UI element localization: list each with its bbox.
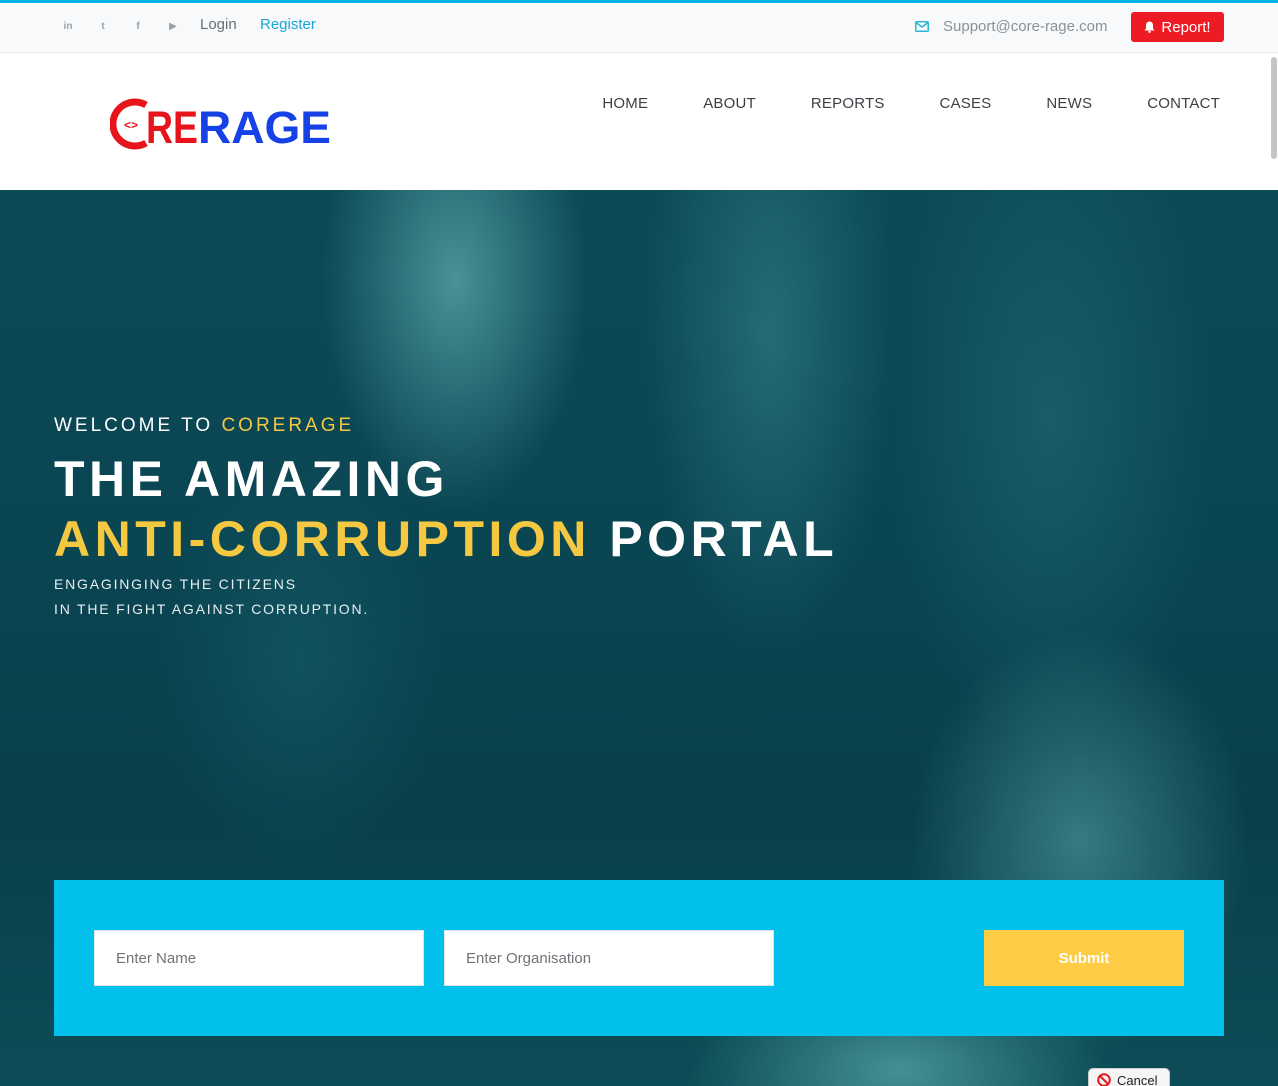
corerage-logo[interactable]: <> RE RAGE [109,97,335,153]
login-link[interactable]: Login [200,16,237,33]
headline-rest: PORTAL [609,511,839,567]
linkedin-icon[interactable]: in [61,19,75,33]
welcome-brand: CORERAGE [221,415,355,436]
nav-reports[interactable]: REPORTS [811,95,885,112]
hero-headline-line1: THE AMAZING [54,451,449,507]
report-label: Report! [1161,18,1211,36]
hero-subtitle-line2: IN THE FIGHT AGAINST CORRUPTION. [54,601,370,617]
headline-accent: ANTI-CORRUPTION [54,511,591,567]
submit-button[interactable]: Submit [984,930,1184,986]
support-email-link[interactable]: Support@core-rage.com [915,18,1107,35]
nav-cases[interactable]: CASES [940,95,992,112]
support-email: Support@core-rage.com [943,18,1108,35]
bell-icon [1144,21,1155,33]
cancel-label: Cancel [1117,1072,1158,1086]
svg-text:<>: <> [124,118,138,132]
page-scrollbar[interactable] [1270,53,1278,163]
nav-news[interactable]: NEWS [1046,95,1092,112]
top-bar: in t f ▶ Login Register Support@core-rag… [0,0,1278,53]
report-button[interactable]: Report! [1131,12,1224,42]
name-input[interactable] [94,930,424,986]
social-links: in t f ▶ [61,19,201,33]
scrollbar-thumb[interactable] [1271,57,1277,159]
signup-form: Submit [54,880,1224,1036]
hero-subtitle-line1: ENGAGINGING THE CITIZENS [54,576,297,592]
logo-text-blue: RAGE [198,102,331,151]
logo-text-red: RE [146,102,198,151]
hero-welcome: WELCOME TO CORERAGE [54,415,354,437]
organisation-input[interactable] [444,930,774,986]
twitter-icon[interactable]: t [96,19,110,33]
nav-contact[interactable]: CONTACT [1147,95,1220,112]
site-header: <> RE RAGE HOME ABOUT REPORTS CASES NEWS… [0,53,1278,190]
hero-headline-line2: ANTI-CORRUPTION PORTAL [54,510,838,568]
welcome-prefix: WELCOME TO [54,415,214,436]
hero-section: WELCOME TO CORERAGE THE AMAZING ANTI-COR… [0,190,1278,1086]
youtube-icon[interactable]: ▶ [166,19,180,33]
nav-home[interactable]: HOME [602,95,648,112]
cancel-button[interactable]: Cancel [1088,1068,1170,1086]
prohibited-icon [1097,1073,1111,1086]
facebook-icon[interactable]: f [131,19,145,33]
main-nav: HOME ABOUT REPORTS CASES NEWS CONTACT [547,95,1220,112]
register-link[interactable]: Register [260,16,316,33]
envelope-icon [915,21,929,32]
nav-about[interactable]: ABOUT [703,95,756,112]
